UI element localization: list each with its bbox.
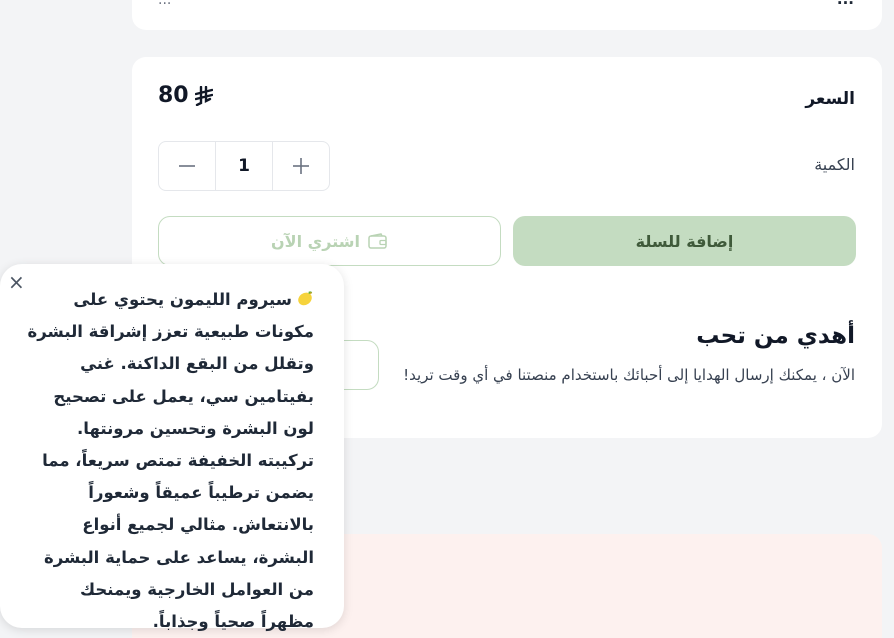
plus-icon	[293, 158, 309, 174]
previous-card-label: ...	[837, 0, 854, 8]
quantity-value[interactable]: 1	[215, 142, 273, 190]
riyal-currency-icon	[194, 85, 213, 106]
popup-description-text: سيروم الليمون يحتوي على مكونات طبيعية تع…	[27, 290, 314, 632]
product-page: ... ... السعر 80 الكمية 1 إضافة للسلة اش…	[0, 0, 894, 638]
increase-quantity-button[interactable]	[273, 142, 329, 190]
price-value: 80	[158, 83, 213, 108]
price-label: السعر	[805, 89, 855, 109]
previous-card-value: ...	[158, 0, 172, 8]
add-to-cart-button[interactable]: إضافة للسلة	[513, 216, 856, 266]
gift-section-title: أهدي من تحب	[696, 323, 855, 349]
gift-section-description: الآن ، يمكنك إرسال الهدايا إلى أحبائك با…	[403, 366, 855, 384]
close-icon[interactable]: ×	[8, 272, 25, 292]
buy-now-button[interactable]: اشتري الآن	[158, 216, 501, 266]
lemon-icon	[298, 291, 313, 306]
wallet-icon	[368, 233, 387, 249]
popup-description: سيروم الليمون يحتوي على مكونات طبيعية تع…	[24, 284, 314, 638]
quantity-label: الكمية	[814, 155, 855, 174]
buy-now-label: اشتري الآن	[271, 231, 360, 251]
price-amount: 80	[158, 83, 189, 108]
minus-icon	[179, 165, 195, 167]
previous-card: ... ...	[132, 0, 882, 30]
decrease-quantity-button[interactable]	[159, 142, 215, 190]
product-description-popup: × سيروم الليمون يحتوي على مكونات طبيعية …	[0, 264, 344, 631]
quantity-stepper: 1	[158, 141, 330, 191]
